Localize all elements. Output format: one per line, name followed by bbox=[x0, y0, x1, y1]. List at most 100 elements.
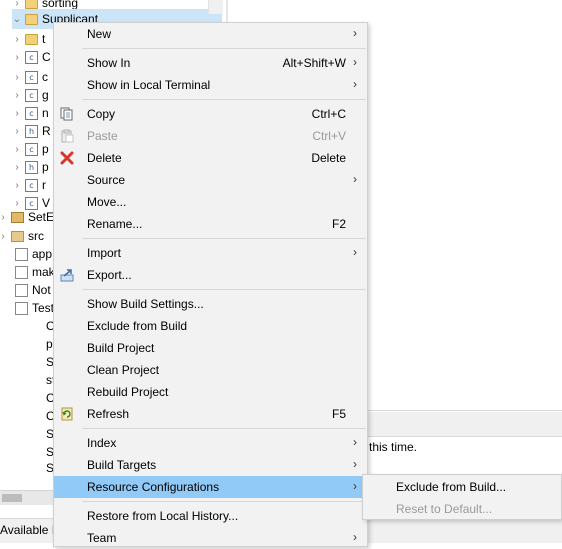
menu-item-label: New bbox=[87, 27, 112, 41]
menu-item-rebuild-project[interactable]: Rebuild Project bbox=[54, 381, 367, 403]
tree-item-label: Test bbox=[32, 301, 55, 315]
menu-separator bbox=[82, 99, 366, 100]
menu-item-shortcut: Delete bbox=[311, 151, 346, 165]
menu-item-source[interactable]: Source › bbox=[54, 169, 367, 191]
menu-item-label: Restore from Local History... bbox=[87, 509, 239, 523]
menu-item-label: Build Targets bbox=[87, 458, 157, 472]
menu-item-label: Team bbox=[87, 531, 117, 545]
makefile-icon bbox=[15, 265, 28, 279]
menu-separator bbox=[82, 501, 366, 502]
expand-arrow-icon[interactable]: › bbox=[12, 34, 22, 45]
menu-item-export[interactable]: Export... bbox=[54, 264, 367, 286]
expand-arrow-icon[interactable]: › bbox=[12, 180, 22, 191]
menu-item-team[interactable]: Team › bbox=[54, 527, 367, 549]
submenu-item-label: Reset to Default... bbox=[396, 502, 493, 516]
expand-arrow-icon[interactable]: ⌄ bbox=[12, 14, 22, 25]
menu-item-label: Paste bbox=[87, 129, 118, 143]
menu-item-label: Source bbox=[87, 173, 126, 187]
tree-item-label: Not bbox=[32, 283, 51, 297]
resource-configurations-submenu: Exclude from Build... Reset to Default... bbox=[362, 474, 562, 520]
submenu-arrow-icon: › bbox=[353, 55, 357, 69]
submenu-item-exclude-from-build[interactable]: Exclude from Build... bbox=[363, 476, 561, 498]
submenu-arrow-icon: › bbox=[353, 457, 357, 471]
status-text: Available F bbox=[0, 523, 60, 537]
menu-separator bbox=[82, 428, 366, 429]
menu-item-label: Rename... bbox=[87, 217, 143, 231]
expand-arrow-icon[interactable]: › bbox=[0, 231, 8, 242]
folder-icon bbox=[25, 33, 38, 45]
c-file-icon: c bbox=[25, 70, 38, 84]
c-file-icon: c bbox=[25, 142, 38, 156]
submenu-item-label: Exclude from Build... bbox=[396, 480, 507, 494]
menu-item-delete[interactable]: Delete Delete bbox=[54, 147, 367, 169]
scrollbar-thumb[interactable] bbox=[2, 494, 22, 502]
horizontal-scrollbar[interactable] bbox=[0, 490, 54, 505]
source-folder-icon bbox=[11, 230, 24, 242]
menu-item-refresh[interactable]: Refresh F5 bbox=[54, 403, 367, 425]
file-icon bbox=[15, 247, 28, 261]
expand-arrow-icon[interactable]: › bbox=[12, 52, 22, 63]
tree-item-label: p bbox=[42, 160, 49, 174]
expand-arrow-icon[interactable]: › bbox=[12, 0, 22, 9]
menu-item-label: Show in Local Terminal bbox=[87, 78, 211, 92]
menu-item-label: Build Project bbox=[87, 341, 155, 355]
submenu-arrow-icon: › bbox=[353, 479, 357, 493]
folder-icon bbox=[25, 0, 38, 9]
menu-item-resource-configurations[interactable]: Resource Configurations › bbox=[54, 476, 367, 498]
menu-item-new[interactable]: New › bbox=[54, 23, 367, 45]
menu-item-paste: Paste Ctrl+V bbox=[54, 125, 367, 147]
menu-item-label: Show In bbox=[87, 56, 131, 70]
expand-arrow-icon[interactable]: › bbox=[12, 108, 22, 119]
expand-arrow-icon[interactable]: › bbox=[12, 126, 22, 137]
tree-item-label: p bbox=[42, 142, 49, 156]
export-icon bbox=[60, 268, 74, 282]
menu-item-show-in[interactable]: Show In Alt+Shift+W › bbox=[54, 52, 367, 74]
tree-item-label: n bbox=[42, 106, 49, 120]
tree-item-label: t bbox=[42, 32, 46, 46]
tree-item-label: C bbox=[42, 50, 51, 64]
menu-item-move[interactable]: Move... bbox=[54, 191, 367, 213]
menu-item-import[interactable]: Import › bbox=[54, 242, 367, 264]
copy-icon bbox=[60, 107, 74, 121]
submenu-arrow-icon: › bbox=[353, 245, 357, 259]
menu-item-show-in-local-terminal[interactable]: Show in Local Terminal › bbox=[54, 74, 367, 96]
tree-item-label: R bbox=[42, 124, 51, 138]
folder-icon bbox=[25, 13, 38, 25]
tree-scrollbar[interactable] bbox=[208, 0, 223, 14]
expand-arrow-icon[interactable]: › bbox=[12, 162, 22, 173]
menu-item-label: Show Build Settings... bbox=[87, 297, 204, 311]
menu-item-shortcut: Ctrl+C bbox=[311, 107, 346, 121]
tree-item-label: src bbox=[28, 229, 44, 243]
menu-item-build-project[interactable]: Build Project bbox=[54, 337, 367, 359]
h-file-icon: h bbox=[25, 124, 38, 138]
tree-item-label: p bbox=[46, 337, 53, 351]
menu-item-show-build-settings[interactable]: Show Build Settings... bbox=[54, 293, 367, 315]
tree-item-label: c bbox=[42, 70, 48, 84]
file-icon bbox=[15, 283, 28, 297]
submenu-item-reset-to-default: Reset to Default... bbox=[363, 498, 561, 520]
menu-item-label: Rebuild Project bbox=[87, 385, 169, 399]
menu-separator bbox=[82, 48, 366, 49]
menu-item-label: Copy bbox=[87, 107, 116, 121]
menu-item-label: Import bbox=[87, 246, 122, 260]
refresh-icon bbox=[60, 407, 74, 421]
menu-item-shortcut: Ctrl+V bbox=[312, 129, 346, 143]
menu-item-shortcut: F5 bbox=[331, 407, 346, 421]
menu-item-rename[interactable]: Rename... F2 bbox=[54, 213, 367, 235]
expand-arrow-icon[interactable]: › bbox=[0, 212, 8, 223]
expand-arrow-icon[interactable]: › bbox=[12, 90, 22, 101]
menu-item-clean-project[interactable]: Clean Project bbox=[54, 359, 367, 381]
submenu-arrow-icon: › bbox=[353, 77, 357, 91]
expand-arrow-icon[interactable]: › bbox=[12, 72, 22, 83]
menu-item-restore-from-local-history[interactable]: Restore from Local History... bbox=[54, 505, 367, 527]
menu-item-index[interactable]: Index › bbox=[54, 432, 367, 454]
tree-item-label: g bbox=[42, 88, 49, 102]
menu-item-build-targets[interactable]: Build Targets › bbox=[54, 454, 367, 476]
menu-item-shortcut: F2 bbox=[331, 217, 346, 231]
menu-item-exclude-from-build[interactable]: Exclude from Build bbox=[54, 315, 367, 337]
menu-item-copy[interactable]: Copy Ctrl+C bbox=[54, 103, 367, 125]
expand-arrow-icon[interactable]: › bbox=[12, 144, 22, 155]
delete-icon bbox=[60, 151, 74, 165]
tree-item-label: mak bbox=[32, 265, 55, 279]
menu-item-label: Export... bbox=[87, 268, 132, 282]
